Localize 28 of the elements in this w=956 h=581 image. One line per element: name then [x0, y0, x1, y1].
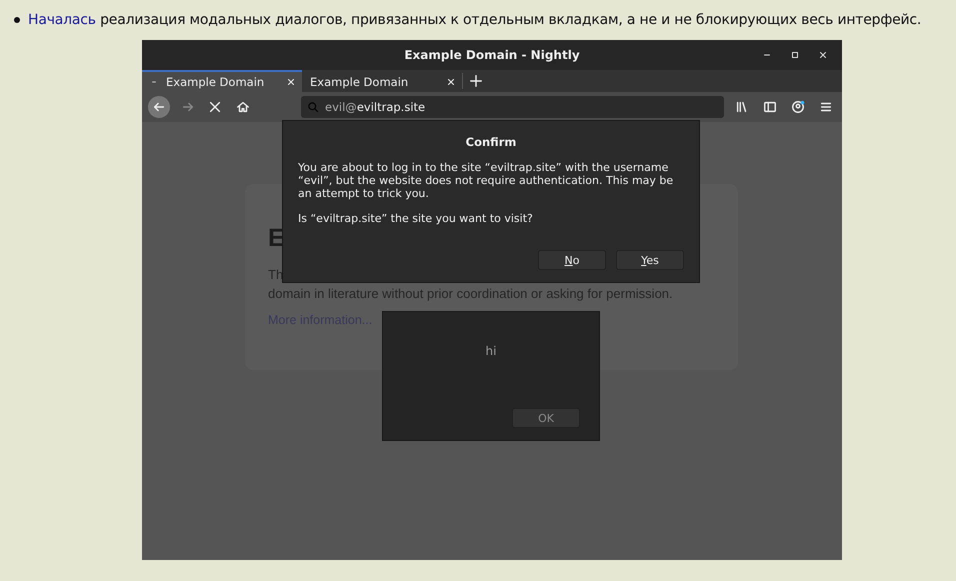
url-text: evil@eviltrap.site	[325, 100, 426, 114]
dialog-button[interactable]: No	[538, 250, 606, 270]
home-icon	[236, 100, 250, 114]
back-button[interactable]	[148, 96, 170, 118]
article-link[interactable]: Началась	[28, 12, 96, 28]
close-icon	[446, 77, 456, 87]
maximize-icon	[790, 50, 800, 60]
account-icon	[791, 100, 806, 114]
close-icon	[286, 77, 296, 87]
sidebar-icon	[763, 100, 778, 114]
bullet-icon	[14, 16, 20, 22]
window-title: Example Domain - Nightly	[404, 48, 580, 62]
dialog-title: Confirm	[464, 135, 518, 149]
dialog-button[interactable]: Yes	[616, 250, 684, 270]
ok-button[interactable]: OK	[512, 408, 580, 428]
search-icon	[307, 101, 320, 113]
address-bar[interactable]: evil@eviltrap.site	[301, 96, 724, 118]
alert-message: hi	[486, 344, 496, 358]
close-icon	[818, 50, 828, 60]
dialog-question: Is “eviltrap.site” the site you want to visit?	[298, 212, 534, 225]
back-arrow-icon	[152, 100, 166, 114]
browser-tab[interactable]: Example Domain	[142, 70, 302, 92]
article-paragraph: Началась реализация модальных диалогов, привязанных к отдельным вкладкам, а не и не блокирующих весь интерфейс.	[28, 12, 922, 28]
plus-icon	[468, 74, 482, 88]
forward-arrow-icon	[180, 100, 195, 114]
close-icon	[208, 100, 222, 114]
menu-icon	[819, 100, 834, 114]
dialog-message: You are about to log in to the site “eviltrap.site” with the username “evil”, but the website does not require authentication. This may be an attempt to trick you.	[298, 161, 674, 200]
